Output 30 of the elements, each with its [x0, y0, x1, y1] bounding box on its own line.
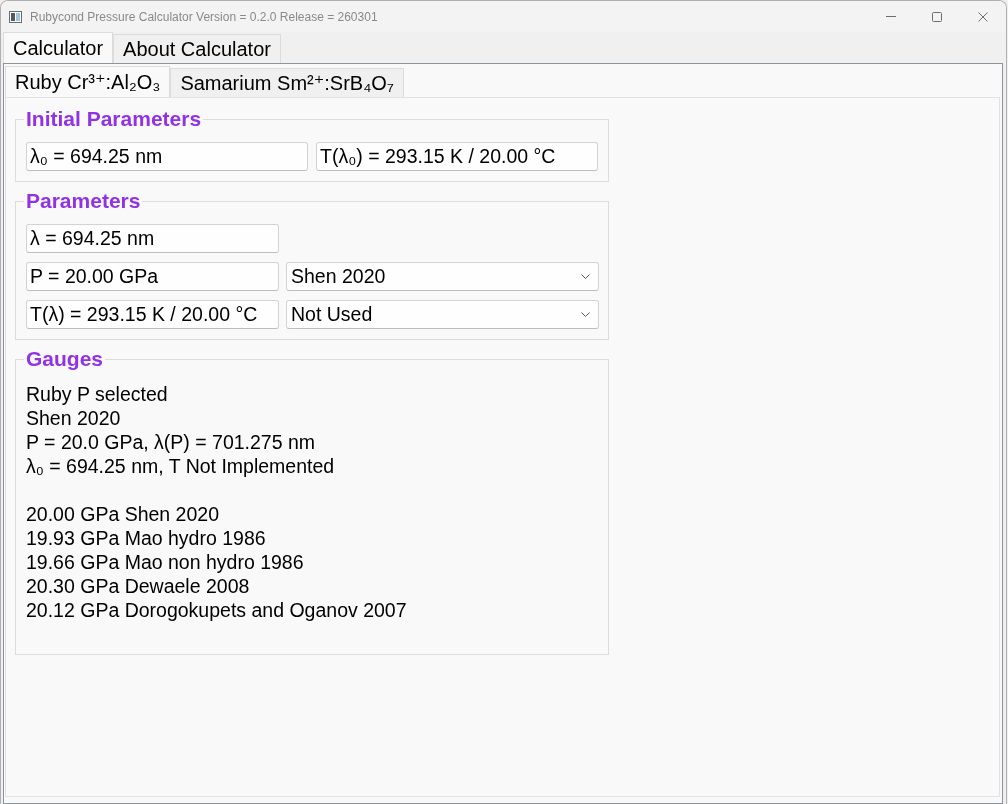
chevron-down-icon: [581, 274, 590, 279]
tab[interactable]: Ruby Cr³⁺:Al₂O₃: [5, 66, 171, 97]
maximize-icon: [932, 11, 942, 22]
output-text-line: Shen 2020: [26, 406, 121, 430]
app-window-icon: [9, 10, 22, 23]
dropdown[interactable]: Shen 2020: [286, 262, 599, 291]
gauge-result-line: 20.12 GPa Dorogokupets and Oganov 2007: [26, 598, 407, 622]
output-text-line: Ruby P selected: [26, 382, 168, 406]
gauge-result-line: 19.93 GPa Mao hydro 1986: [26, 526, 266, 550]
group-title: Initial Parameters: [25, 107, 203, 131]
chevron-down-icon: [581, 312, 590, 317]
group-title: Parameters: [25, 189, 142, 213]
minimize-icon: [886, 16, 896, 17]
tab[interactable]: Calculator: [3, 32, 114, 63]
tab[interactable]: About Calculator: [113, 34, 281, 63]
gauge-result-line: 20.00 GPa Shen 2020: [26, 502, 219, 526]
group-title: Gauges: [25, 347, 105, 371]
input-field[interactable]: T(λ₀) = 293.15 K / 20.00 °C: [316, 142, 598, 171]
input-field[interactable]: λ₀ = 694.25 nm: [26, 142, 308, 171]
dropdown[interactable]: Not Used: [286, 300, 599, 329]
window-title: Rubycond Pressure Calculator Version = 0.2.0 Release = 260301: [30, 9, 379, 24]
input-field[interactable]: λ = 694.25 nm: [26, 224, 279, 253]
gauge-result-line: 19.66 GPa Mao non hydro 1986: [26, 550, 304, 574]
close-icon: [978, 11, 988, 22]
input-field[interactable]: P = 20.00 GPa: [26, 262, 279, 291]
output-text-line: P = 20.0 GPa, λ(P) = 701.275 nm: [26, 430, 316, 454]
gauge-result-line: 20.30 GPa Dewaele 2008: [26, 574, 250, 598]
input-field[interactable]: T(λ) = 293.15 K / 20.00 °C: [26, 300, 279, 329]
tab[interactable]: Samarium Sm²⁺:SrB₄O₇: [170, 68, 404, 97]
output-text-line: λ₀ = 694.25 nm, T Not Implemented: [26, 454, 335, 478]
